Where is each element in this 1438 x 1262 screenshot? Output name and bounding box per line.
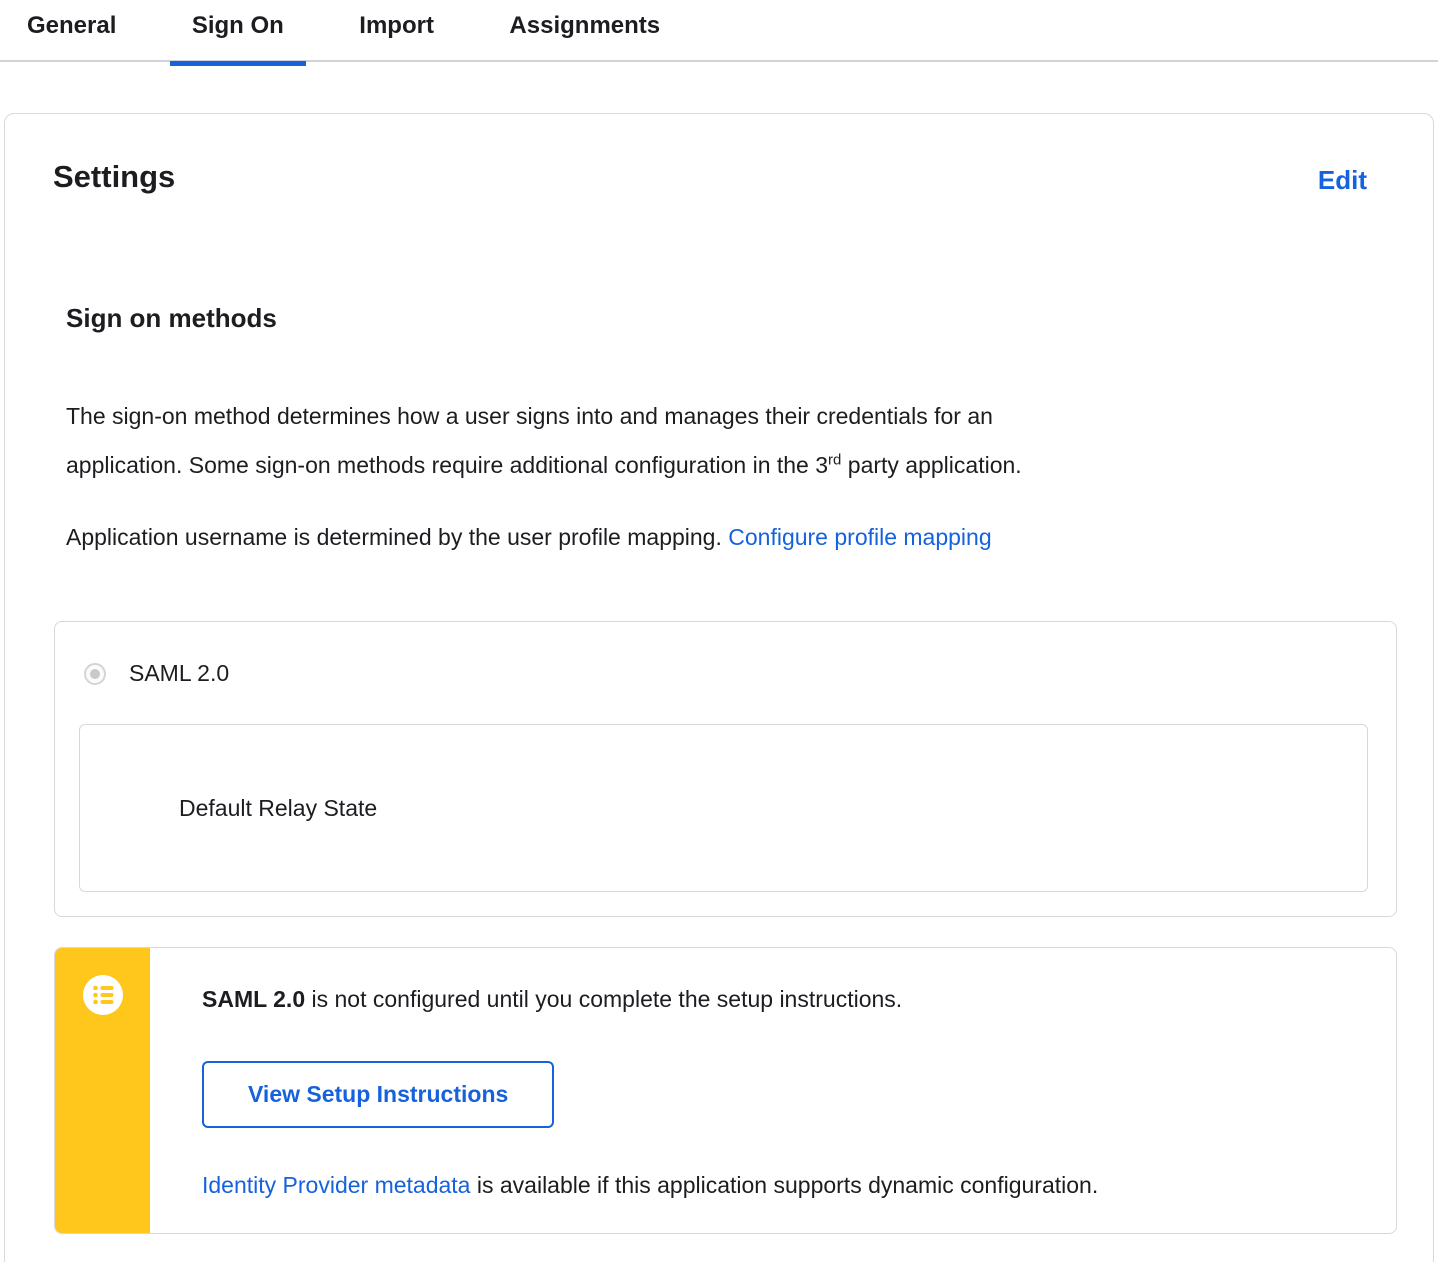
notice-title: SAML 2.0 is not configured until you com… <box>202 985 1098 1013</box>
page-title: Settings <box>53 159 176 194</box>
description-line-2: application. Some sign-on methods requir… <box>66 452 829 478</box>
metadata-line: Identity Provider metadata is available … <box>202 1171 1098 1199</box>
notice-accent-bar <box>55 948 150 1233</box>
notice-title-rest: is not configured until you complete the… <box>305 986 903 1012</box>
settings-card: Settings Edit Sign on methods The sign-o… <box>4 113 1434 1262</box>
saml-setup-notice: SAML 2.0 is not configured until you com… <box>54 947 1397 1234</box>
configure-profile-mapping-link[interactable]: Configure profile mapping <box>728 524 991 550</box>
default-relay-state-label: Default Relay State <box>179 794 378 821</box>
tab-assignments[interactable]: Assignments <box>487 8 682 64</box>
ordinal-superscript: rd <box>828 451 842 469</box>
saml-method-box: SAML 2.0 Default Relay State <box>54 621 1397 917</box>
edit-link[interactable]: Edit <box>1318 165 1367 196</box>
view-setup-instructions-button[interactable]: View Setup Instructions <box>202 1061 555 1128</box>
setup-list-icon <box>82 975 123 1020</box>
username-mapping-text: Application username is determined by th… <box>66 524 729 550</box>
tab-import[interactable]: Import <box>337 8 456 64</box>
description-line-2-end: party application. <box>841 452 1022 478</box>
saml-radio-button[interactable] <box>84 662 106 685</box>
notice-content: SAML 2.0 is not configured until you com… <box>150 948 1118 1233</box>
sign-on-methods-heading: Sign on methods <box>66 303 277 333</box>
settings-card-header: Settings Edit <box>5 114 1433 196</box>
tab-sign-on[interactable]: Sign On <box>169 8 306 66</box>
sign-on-description: The sign-on method determines how a user… <box>66 392 1397 490</box>
description-line-1: The sign-on method determines how a user… <box>66 403 993 429</box>
metadata-line-rest: is available if this application support… <box>470 1172 1099 1198</box>
default-relay-state-field: Default Relay State <box>79 724 1368 892</box>
saml-radio-row: SAML 2.0 <box>84 660 1368 687</box>
app-tab-bar: General Sign On Import Assignments <box>0 0 1438 66</box>
settings-card-content: Sign on methods The sign-on method deter… <box>5 303 1433 1234</box>
saml-radio-label: SAML 2.0 <box>129 660 230 686</box>
username-mapping-description: Application username is determined by th… <box>66 513 1397 562</box>
identity-provider-metadata-link[interactable]: Identity Provider metadata <box>202 1172 470 1198</box>
tab-general[interactable]: General <box>5 8 138 64</box>
notice-title-bold: SAML 2.0 <box>202 986 306 1012</box>
